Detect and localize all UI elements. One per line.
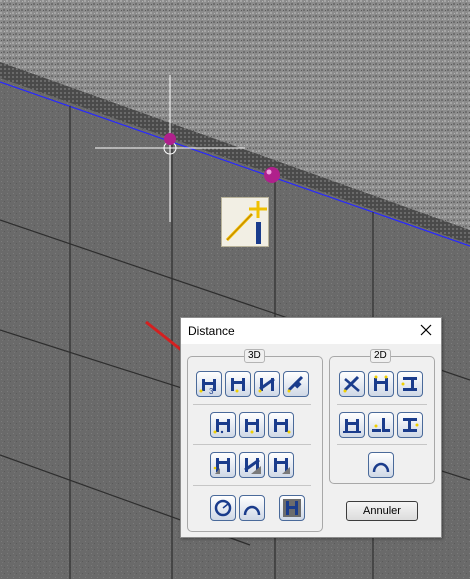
distance-edge-end-icon (274, 458, 290, 474)
distance-circle-icon (214, 499, 232, 517)
tool-3d-12[interactable] (239, 495, 265, 521)
cursor-distance-badge (221, 197, 269, 247)
tool-3d-3[interactable] (254, 371, 280, 397)
distance-2d-vertical-alt-icon (403, 418, 419, 432)
distance-edge-icon (213, 458, 230, 474)
distance-diagonal-icon (287, 375, 304, 393)
tool-3d-13[interactable] (279, 495, 305, 521)
group-2d-label: 2D (370, 349, 391, 363)
group-3d-label: 3D (244, 349, 265, 363)
cancel-button[interactable]: Annuler (346, 501, 418, 521)
tool-3d-8[interactable] (210, 452, 236, 478)
tool-3d-9[interactable] (239, 452, 265, 478)
distance-arc-icon (243, 505, 261, 516)
separator (193, 444, 311, 445)
snap-point-icon (264, 167, 280, 183)
tool-2d-1[interactable] (339, 371, 365, 397)
dialog-title: Distance (188, 324, 235, 338)
separator (337, 404, 427, 405)
tool-3d-2[interactable] (225, 371, 251, 397)
tool-2d-4[interactable] (339, 412, 365, 438)
tool-3d-10[interactable] (268, 452, 294, 478)
distance-point-right-icon (274, 419, 291, 434)
tool-3d-11[interactable] (210, 495, 236, 521)
distance-vertical-section-icon (283, 499, 301, 517)
snap-point-icon (164, 133, 176, 145)
tool-3d-1[interactable]: 3 (196, 371, 222, 397)
distance-point-center-icon (245, 419, 259, 434)
distance-3-points-icon: 3 (199, 379, 216, 395)
separator (193, 404, 311, 405)
distance-dialog: Distance 3D 2D 3 Annuler (180, 317, 442, 538)
tool-3d-6[interactable] (239, 412, 265, 438)
separator (337, 444, 427, 445)
distance-edge-oblique-icon (244, 458, 261, 474)
distance-2d-arc-icon (372, 462, 390, 473)
distance-oblique-icon (258, 377, 275, 393)
distance-point-left-icon (213, 419, 230, 434)
close-icon[interactable] (417, 321, 435, 339)
distance-cursor-icon (225, 201, 267, 244)
distance-2d-vertical-icon (401, 377, 417, 391)
snap-highlight (266, 169, 272, 175)
distance-2d-step-icon (372, 418, 390, 432)
tool-3d-4[interactable] (283, 371, 309, 397)
tool-2d-3[interactable] (397, 371, 423, 397)
tool-2d-2[interactable] (368, 371, 394, 397)
tool-2d-5[interactable] (368, 412, 394, 438)
distance-2d-horizontal-icon (343, 419, 361, 433)
distance-2d-diagonal-icon (343, 375, 360, 393)
tool-2d-7[interactable] (368, 452, 394, 478)
distance-parallel-icon (231, 378, 245, 393)
tool-2d-6[interactable] (397, 412, 423, 438)
digit-3: 3 (209, 387, 214, 395)
tool-3d-5[interactable] (210, 412, 236, 438)
dialog-titlebar: Distance (181, 318, 441, 344)
separator (193, 485, 311, 486)
distance-2d-parallel-icon (374, 375, 388, 391)
tool-3d-7[interactable] (268, 412, 294, 438)
